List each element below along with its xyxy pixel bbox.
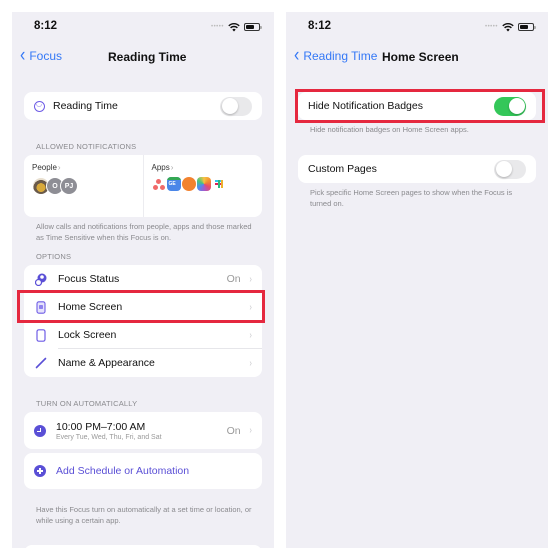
allowed-notifications-card: People› O PJ Apps›	[24, 155, 262, 217]
custom-pages-toggle[interactable]	[494, 159, 526, 179]
page-title: Reading Time	[108, 50, 187, 64]
add-schedule-card: Add Schedule or Automation	[24, 453, 262, 489]
pencil-icon	[34, 356, 48, 370]
apps-title: Apps›	[151, 163, 174, 172]
chevron-left-icon: ‹	[294, 45, 300, 66]
allowed-notifications-footnote: Allow calls and notifications from peopl…	[36, 222, 252, 242]
lock-screen-icon	[34, 328, 48, 342]
hide-badges-toggle[interactable]	[494, 96, 526, 116]
hide-badges-row: Hide Notification Badges	[298, 92, 536, 120]
custom-pages-label: Custom Pages	[308, 163, 377, 175]
signal-icon: •••••	[210, 24, 224, 30]
option-lock-screen[interactable]: Lock Screen ›	[24, 321, 262, 349]
reading-time-focus-screen: 8:12 ••••• ‹ Focus Reading Time Reading …	[12, 12, 274, 548]
orange-app-icon	[181, 177, 196, 191]
options-card: Focus Status On › Home Screen › Lock Scr…	[24, 265, 262, 377]
chevron-right-icon: ›	[249, 273, 252, 285]
custom-pages-card: Custom Pages	[298, 155, 536, 183]
custom-pages-footnote: Pick specific Home Screen pages to show …	[310, 188, 513, 208]
wifi-icon	[502, 23, 514, 32]
battery-icon	[518, 23, 536, 31]
status-icons: •••••	[210, 22, 262, 32]
app-icons	[151, 177, 255, 191]
signal-icon: •••••	[484, 24, 498, 30]
back-label: Focus	[29, 49, 63, 63]
option-name-appearance[interactable]: Name & Appearance ›	[24, 349, 262, 377]
chevron-right-icon: ›	[249, 301, 252, 313]
back-label: Reading Time	[303, 49, 378, 63]
people-avatars: O PJ	[32, 177, 135, 195]
smiley-icon	[34, 100, 45, 112]
option-focus-status[interactable]: Focus Status On ›	[24, 265, 262, 293]
chevron-right-icon: ›	[249, 329, 252, 341]
photos-icon	[196, 177, 211, 191]
home-screen-icon	[34, 300, 48, 314]
status-icons: •••••	[484, 22, 536, 32]
allowed-notifications-header: ALLOWED NOTIFICATIONS	[36, 142, 137, 151]
automation-footnote: Have this Focus turn on automatically at…	[36, 505, 252, 525]
battery-icon	[244, 23, 262, 31]
chevron-right-icon: ›	[249, 357, 252, 369]
schedule-row[interactable]: 10:00 PM–7:00 AM Every Tue, Wed, Thu, Fr…	[24, 412, 262, 449]
clock-icon	[34, 424, 46, 437]
custom-pages-row: Custom Pages	[298, 155, 536, 183]
add-schedule-button[interactable]: Add Schedule or Automation	[24, 453, 262, 489]
page-title: Home Screen	[382, 50, 459, 64]
hide-badges-card: Hide Notification Badges	[298, 92, 536, 120]
option-home-screen[interactable]: Home Screen ›	[24, 293, 262, 321]
focus-toggle-row: Reading Time	[24, 92, 262, 120]
people-title: People›	[32, 163, 61, 172]
asana-icon	[151, 177, 166, 191]
hide-badges-label: Hide Notification Badges	[308, 100, 423, 112]
options-header: OPTIONS	[36, 252, 72, 261]
nav-bar: ‹ Reading Time Home Screen	[286, 45, 548, 68]
status-bar: 8:12 •••••	[286, 20, 548, 38]
chevron-right-icon: ›	[249, 425, 252, 436]
status-time: 8:12	[34, 20, 58, 32]
schedule-days: Every Tue, Wed, Thu, Fri, and Sat	[56, 433, 162, 441]
nav-bar: ‹ Focus Reading Time	[12, 45, 274, 68]
slack-icon	[211, 177, 226, 191]
focus-status-icon	[34, 272, 48, 286]
schedule-time: 10:00 PM–7:00 AM	[56, 420, 146, 433]
back-button[interactable]: ‹ Focus	[20, 45, 63, 66]
google-news-icon	[166, 177, 181, 191]
home-screen-settings: 8:12 ••••• ‹ Reading Time Home Screen Hi…	[286, 12, 548, 548]
turn-on-automatically-header: TURN ON AUTOMATICALLY	[36, 399, 138, 408]
schedule-card: 10:00 PM–7:00 AM Every Tue, Wed, Thu, Fr…	[24, 412, 262, 449]
focus-toggle-card: Reading Time	[24, 92, 262, 120]
status-bar: 8:12 •••••	[12, 20, 274, 38]
avatar: PJ	[60, 177, 78, 195]
people-column[interactable]: People› O PJ	[24, 155, 143, 217]
back-button[interactable]: ‹ Reading Time	[294, 45, 378, 66]
chevron-left-icon: ‹	[20, 45, 26, 66]
focus-name: Reading Time	[53, 100, 118, 112]
plus-icon	[34, 465, 46, 477]
wifi-icon	[228, 23, 240, 32]
focus-toggle[interactable]	[220, 96, 252, 116]
apps-column[interactable]: Apps›	[142, 155, 263, 217]
next-card-partial	[24, 545, 262, 548]
status-time: 8:12	[308, 20, 332, 32]
hide-badges-footnote: Hide notification badges on Home Screen …	[310, 125, 469, 134]
